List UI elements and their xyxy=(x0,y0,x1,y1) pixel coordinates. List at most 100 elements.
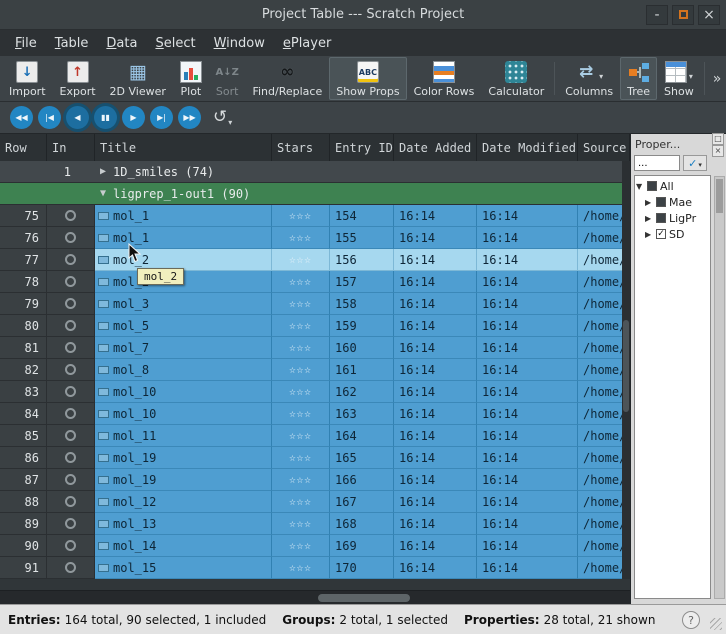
panel-scrollbar[interactable] xyxy=(714,176,725,599)
table-row[interactable]: 77 mol_2 ☆☆☆ 156 16:14 16:14 /home/ xyxy=(0,249,630,271)
in-cell[interactable] xyxy=(47,513,95,535)
inclusion-circle[interactable] xyxy=(65,496,76,507)
table-row[interactable]: 81 mol_7 ☆☆☆ 160 16:14 16:14 /home/ xyxy=(0,337,630,359)
group-row-ligprep-out[interactable]: ▼ ligprep_1-out1 (90) xyxy=(0,183,630,205)
inclusion-circle[interactable] xyxy=(65,518,76,529)
checkbox[interactable] xyxy=(647,181,657,191)
stars-cell[interactable]: ☆☆☆ xyxy=(272,227,330,249)
table-row[interactable]: 76 mol_1 ☆☆☆ 155 16:14 16:14 /home/ xyxy=(0,227,630,249)
structure-toggle[interactable] xyxy=(98,388,109,396)
table-row[interactable]: 91 mol_15 ☆☆☆ 170 16:14 16:14 /home/ xyxy=(0,557,630,579)
checkbox[interactable] xyxy=(656,197,666,207)
column-header-stars[interactable]: Stars xyxy=(272,134,330,161)
inclusion-circle[interactable] xyxy=(65,276,76,287)
column-header-row[interactable]: Row xyxy=(0,134,47,161)
column-header-source[interactable]: Source xyxy=(578,134,630,161)
structure-toggle[interactable] xyxy=(98,344,109,352)
inclusion-circle[interactable] xyxy=(65,452,76,463)
tree-item-ligpr[interactable]: ▶ LigPr xyxy=(636,210,709,226)
structure-toggle[interactable] xyxy=(98,410,109,418)
expanded-arrow-icon[interactable]: ▼ xyxy=(100,188,113,199)
toolbar-button-show[interactable]: ▾ Show xyxy=(657,57,701,100)
in-cell[interactable] xyxy=(47,447,95,469)
minimize-button[interactable]: - xyxy=(646,5,668,25)
in-cell[interactable] xyxy=(47,425,95,447)
structure-toggle[interactable] xyxy=(98,278,109,286)
column-header-in[interactable]: In xyxy=(47,134,95,161)
menu-item-file[interactable]: File xyxy=(6,33,46,54)
table-row[interactable]: 90 mol_14 ☆☆☆ 169 16:14 16:14 /home/ xyxy=(0,535,630,557)
inclusion-circle[interactable] xyxy=(65,364,76,375)
inclusion-circle[interactable] xyxy=(65,408,76,419)
toolbar-button-2d-viewer[interactable]: ▦ 2D Viewer xyxy=(103,57,173,100)
structure-toggle[interactable] xyxy=(98,498,109,506)
expand-arrow-icon[interactable]: ▶ xyxy=(645,198,653,207)
table-row[interactable]: 80 mol_5 ☆☆☆ 159 16:14 16:14 /home/ xyxy=(0,315,630,337)
table-row[interactable]: 84 mol_10 ☆☆☆ 163 16:14 16:14 /home/ xyxy=(0,403,630,425)
dropdown-caret-icon[interactable]: ▾ xyxy=(599,72,603,81)
checkbox[interactable]: ✓ xyxy=(656,229,666,239)
menu-item-table[interactable]: Table xyxy=(46,33,98,54)
loop-button[interactable]: ↺ ▾ xyxy=(213,109,232,127)
inclusion-circle[interactable] xyxy=(65,298,76,309)
in-cell[interactable] xyxy=(47,557,95,579)
tree-item-sd[interactable]: ▶ ✓ SD xyxy=(636,226,709,242)
inclusion-circle[interactable] xyxy=(65,430,76,441)
vertical-scrollbar[interactable] xyxy=(622,161,630,579)
stars-cell[interactable]: ☆☆☆ xyxy=(272,425,330,447)
stars-cell[interactable]: ☆☆☆ xyxy=(272,271,330,293)
filter-apply-button[interactable]: ✓ ▾ xyxy=(683,155,707,171)
table-row[interactable]: 88 mol_12 ☆☆☆ 167 16:14 16:14 /home/ xyxy=(0,491,630,513)
structure-toggle[interactable] xyxy=(98,564,109,572)
table-row[interactable]: 89 mol_13 ☆☆☆ 168 16:14 16:14 /home/ xyxy=(0,513,630,535)
help-button[interactable]: ? xyxy=(682,611,700,629)
menu-item-data[interactable]: Data xyxy=(97,33,146,54)
table-row[interactable]: 87 mol_19 ☆☆☆ 166 16:14 16:14 /home/ xyxy=(0,469,630,491)
stars-cell[interactable]: ☆☆☆ xyxy=(272,535,330,557)
detach-panel-button[interactable]: □ xyxy=(712,133,724,145)
structure-toggle[interactable] xyxy=(98,256,109,264)
in-cell[interactable] xyxy=(47,381,95,403)
in-cell[interactable] xyxy=(47,227,95,249)
structure-toggle[interactable] xyxy=(98,454,109,462)
dropdown-caret-icon[interactable]: ▾ xyxy=(228,118,232,127)
in-cell[interactable] xyxy=(47,535,95,557)
table-row[interactable]: 82 mol_8 ☆☆☆ 161 16:14 16:14 /home/ xyxy=(0,359,630,381)
inclusion-circle[interactable] xyxy=(65,342,76,353)
toolbar-button-calculator[interactable]: Calculator xyxy=(481,57,551,100)
expand-arrow-icon[interactable]: ▶ xyxy=(645,230,653,239)
tree-item-all[interactable]: ▼ All xyxy=(636,178,709,194)
playback-step-back-button[interactable]: |◀ xyxy=(38,106,61,129)
toolbar-button-sort[interactable]: A↓Z Sort xyxy=(209,57,246,100)
toolbar-overflow-button[interactable]: » xyxy=(708,57,726,100)
inclusion-circle[interactable] xyxy=(65,254,76,265)
stars-cell[interactable]: ☆☆☆ xyxy=(272,469,330,491)
menu-item-eplayer[interactable]: ePlayer xyxy=(274,33,340,54)
stars-cell[interactable]: ☆☆☆ xyxy=(272,381,330,403)
toolbar-button-find-replace[interactable]: ∞ Find/Replace xyxy=(245,57,329,100)
structure-toggle[interactable] xyxy=(98,322,109,330)
horizontal-scrollbar[interactable] xyxy=(0,590,630,604)
in-cell[interactable] xyxy=(47,469,95,491)
dropdown-caret-icon[interactable]: ▾ xyxy=(689,72,693,81)
in-cell[interactable] xyxy=(47,403,95,425)
inclusion-circle[interactable] xyxy=(65,210,76,221)
stars-cell[interactable]: ☆☆☆ xyxy=(272,447,330,469)
stars-cell[interactable]: ☆☆☆ xyxy=(272,557,330,579)
structure-toggle[interactable] xyxy=(98,300,109,308)
menu-item-window[interactable]: Window xyxy=(205,33,274,54)
resize-grip[interactable] xyxy=(710,618,722,630)
structure-toggle[interactable] xyxy=(98,234,109,242)
in-cell[interactable] xyxy=(47,491,95,513)
group-row-1d-smiles[interactable]: 1 ▶ 1D_smiles (74) xyxy=(0,161,630,183)
inclusion-circle[interactable] xyxy=(65,540,76,551)
stars-cell[interactable]: ☆☆☆ xyxy=(272,403,330,425)
in-cell[interactable] xyxy=(47,293,95,315)
property-filter-input[interactable] xyxy=(634,155,680,171)
stars-cell[interactable]: ☆☆☆ xyxy=(272,359,330,381)
vertical-scrollbar-thumb[interactable] xyxy=(623,320,629,412)
stars-cell[interactable]: ☆☆☆ xyxy=(272,337,330,359)
in-cell[interactable] xyxy=(47,205,95,227)
in-cell[interactable] xyxy=(47,337,95,359)
table-row[interactable]: 86 mol_19 ☆☆☆ 165 16:14 16:14 /home/ xyxy=(0,447,630,469)
